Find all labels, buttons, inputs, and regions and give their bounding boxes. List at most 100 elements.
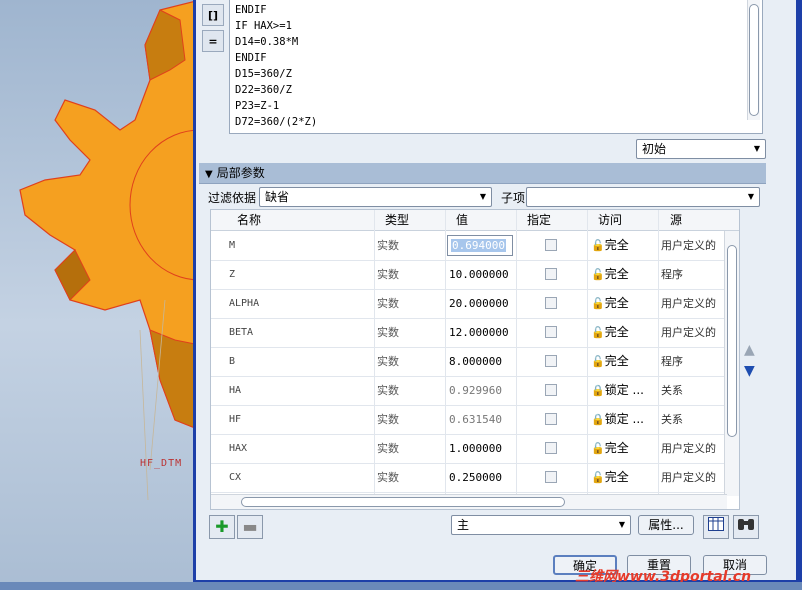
access-cell[interactable]: 🔓完全 — [591, 318, 629, 347]
table-row[interactable]: M实数0.694000🔓完全用户定义的0.694000 — [211, 231, 727, 261]
lock-icon: 🔒 — [591, 413, 605, 426]
unlock-icon: 🔓 — [591, 471, 605, 484]
designate-checkbox[interactable] — [545, 471, 557, 483]
table-row[interactable]: Z 实数 10.000000 🔓完全 程序 — [211, 260, 727, 290]
param-type: 实数 — [377, 413, 399, 426]
access-cell[interactable]: 🔓完全 — [591, 463, 629, 492]
table-row[interactable]: HA 实数 0.929960 🔒锁定 ... 关系 — [211, 376, 727, 406]
binoculars-icon — [738, 519, 754, 530]
parameters-table: 名称 类型 值 指定 访问 源 M实数0.694000🔓完全用户定义的0.694… — [210, 209, 740, 510]
designate-checkbox[interactable] — [545, 326, 557, 338]
unlock-icon: 🔓 — [591, 326, 605, 339]
param-type: 实数 — [377, 326, 399, 339]
editor-vertical-scrollbar[interactable] — [747, 0, 760, 120]
designate-checkbox[interactable] — [545, 442, 557, 454]
subitem-label: 子项 — [501, 191, 526, 205]
designate-checkbox[interactable] — [545, 384, 557, 396]
param-name: Z — [229, 269, 236, 280]
param-value[interactable]: 12.000000 — [449, 318, 509, 347]
access-cell[interactable]: 🔒锁定 ... — [591, 405, 644, 434]
table-row[interactable]: HF 实数 0.631540 🔒锁定 ... 关系 — [211, 405, 727, 435]
table-view-button[interactable] — [703, 515, 729, 539]
scope-combo[interactable]: 主 ▼ — [451, 515, 631, 535]
param-value[interactable]: 0.631540 — [449, 405, 502, 434]
relations-editor[interactable]: ENDIF IF HAX>=1 D14=0.38*M ENDIF D15=360… — [229, 0, 763, 134]
chevron-down-icon: ▼ — [479, 192, 486, 201]
search-button[interactable] — [733, 515, 759, 539]
designate-checkbox[interactable] — [545, 268, 557, 280]
designate-checkbox[interactable] — [545, 297, 557, 309]
designate-checkbox[interactable] — [545, 413, 557, 425]
param-value[interactable]: 0.250000 — [449, 463, 502, 492]
table-row[interactable]: B 实数 8.000000 🔓完全 程序 — [211, 347, 727, 377]
move-down-arrow-icon[interactable]: ▼ — [744, 363, 755, 379]
access-text: 完全 — [604, 238, 629, 252]
param-value[interactable]: 10.000000 — [449, 260, 509, 289]
param-name: HAX — [229, 443, 248, 454]
access-cell[interactable]: 🔓完全 — [591, 260, 629, 289]
column-header-name[interactable]: 名称 — [237, 210, 261, 230]
remove-parameter-button[interactable]: ▬ — [237, 515, 263, 539]
code-line: ENDIF — [235, 52, 267, 64]
access-cell[interactable]: 🔓完全 — [591, 347, 629, 376]
designate-checkbox[interactable] — [545, 355, 557, 367]
scroll-thumb[interactable] — [241, 497, 565, 507]
param-type: 实数 — [377, 471, 399, 484]
designate-checkbox[interactable] — [545, 239, 557, 251]
param-name: B — [229, 356, 236, 367]
gear-model-view — [19, 0, 200, 501]
access-text: 完全 — [604, 296, 629, 310]
scroll-thumb[interactable] — [749, 4, 759, 116]
access-cell[interactable]: 🔓完全 — [591, 434, 629, 463]
table-grid-icon — [708, 517, 724, 531]
param-source: 用户定义的 — [661, 239, 716, 252]
code-line: P23=Z-1 — [235, 100, 280, 112]
bracket-insert-button[interactable]: [] — [202, 4, 224, 26]
param-value-selected[interactable]: 0.694000 — [451, 239, 506, 252]
scope-combo-value: 主 — [457, 518, 470, 532]
param-source: 用户定义的 — [661, 442, 716, 455]
access-text: 完全 — [604, 354, 629, 368]
column-header-designate[interactable]: 指定 — [527, 210, 551, 230]
unlock-icon: 🔓 — [591, 268, 605, 281]
table-vertical-scrollbar[interactable] — [724, 231, 739, 496]
code-line: D72=360/(2*Z) — [235, 116, 318, 128]
minus-icon: ▬ — [242, 517, 258, 536]
properties-button[interactable]: 属性... — [638, 515, 694, 535]
param-value[interactable]: 0.929960 — [449, 376, 502, 405]
column-header-value[interactable]: 值 — [456, 210, 468, 230]
code-line: IF HAX>=1 — [235, 20, 292, 32]
table-row[interactable]: HAX 实数 1.000000 🔓完全 用户定义的 — [211, 434, 727, 464]
local-params-header[interactable]: ▼ 局部参数 — [199, 163, 766, 184]
scroll-thumb[interactable] — [727, 245, 737, 437]
chevron-down-icon: ▼ — [753, 144, 760, 153]
code-line: D15=360/Z — [235, 68, 292, 80]
access-cell[interactable]: 🔒锁定 ... — [591, 376, 644, 405]
filter-combo[interactable]: 缺省 ▼ — [259, 187, 492, 207]
column-header-source[interactable]: 源 — [670, 210, 682, 230]
param-value[interactable]: 20.000000 — [449, 289, 509, 318]
param-value[interactable]: 8.000000 — [449, 347, 502, 376]
param-source: 关系 — [661, 413, 683, 426]
access-text: 锁定 ... — [604, 412, 644, 426]
table-horizontal-scrollbar[interactable] — [211, 494, 727, 509]
column-header-access[interactable]: 访问 — [598, 210, 622, 230]
move-up-arrow-icon[interactable]: ▲ — [744, 342, 755, 358]
equals-insert-button[interactable]: = — [202, 30, 224, 52]
param-name: M — [229, 240, 236, 251]
subitem-combo[interactable]: ▼ — [526, 187, 760, 207]
access-cell[interactable]: 🔓完全 — [591, 289, 629, 318]
datum-label: HF_DTM — [140, 458, 183, 469]
plus-icon: ✚ — [215, 517, 229, 536]
param-value[interactable]: 1.000000 — [449, 434, 502, 463]
table-row[interactable]: ALPHA 实数 20.000000 🔓完全 用户定义的 — [211, 289, 727, 319]
table-row[interactable]: BETA 实数 12.000000 🔓完全 用户定义的 — [211, 318, 727, 348]
table-row[interactable]: CX 实数 0.250000 🔓完全 用户定义的 — [211, 463, 727, 493]
add-parameter-button[interactable]: ✚ — [209, 515, 235, 539]
filter-label: 过滤依据 — [208, 191, 257, 205]
initial-combo[interactable]: 初始 ▼ — [636, 139, 766, 159]
column-header-type[interactable]: 类型 — [385, 210, 409, 230]
code-line: D14=0.38*M — [235, 36, 299, 48]
access-cell[interactable]: 🔓完全 — [591, 231, 629, 260]
section-title: 局部参数 — [216, 166, 265, 180]
